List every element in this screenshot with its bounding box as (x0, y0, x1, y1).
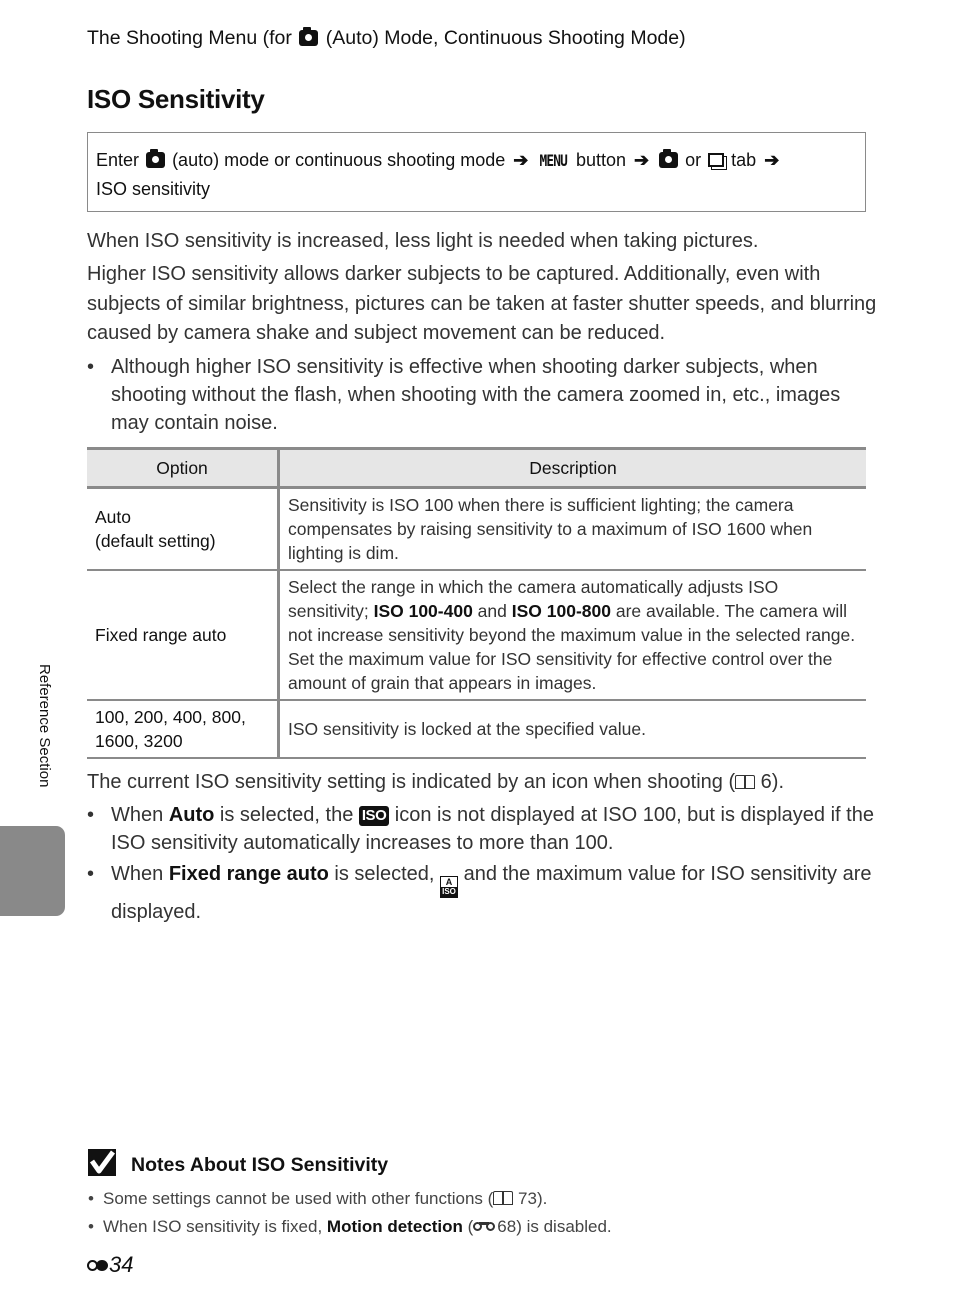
description-cell: ISO sensitivity is locked at the specifi… (278, 700, 866, 759)
option-cell: 100, 200, 400, 800, 1600, 3200 (87, 700, 280, 759)
note-item: • When ISO sensitivity is fixed, Motion … (88, 1217, 612, 1237)
running-head-text-end: (Auto) Mode, Continuous Shooting Mode) (325, 27, 686, 49)
note-text: When ISO sensitivity is fixed, Motion de… (103, 1217, 612, 1236)
note-text-part: ( (462, 1217, 474, 1236)
intro-paragraph-1: When ISO sensitivity is increased, less … (87, 230, 759, 252)
bullet-text: When Fixed range auto is selected, A ISO … (111, 860, 877, 926)
running-head: The Shooting Menu (for (Auto) Mode, Cont… (87, 27, 686, 50)
range-option-400: ISO 100-400 (373, 601, 473, 621)
checkmark-icon (88, 1149, 116, 1176)
bullet-text-part: When (111, 804, 169, 826)
menu-button-icon: MENU (539, 151, 568, 170)
auto-bullet: • When Auto is selected, the ISO icon is… (87, 801, 877, 857)
menu-path-enter: Enter (96, 150, 140, 170)
bullet-text-part: is selected, (328, 863, 441, 885)
camera-icon (299, 27, 319, 46)
reference-section-icon (473, 1220, 497, 1232)
column-header-option: Option (87, 447, 280, 489)
section-tab (0, 826, 65, 916)
menu-path-box: Enter (auto) mode or continuous shooting… (87, 132, 866, 212)
menu-path-or: or (685, 150, 702, 170)
option-values: 1600, 3200 (95, 731, 183, 751)
bullet-text-part: is selected, the (214, 804, 359, 826)
option-cell: Auto (default setting) (87, 487, 280, 571)
iso-auto-icon-a: A (445, 877, 453, 887)
continuous-shooting-icon (708, 153, 725, 167)
notes-title: Notes About ISO Sensitivity (131, 1154, 389, 1176)
iso-auto-icon-iso: ISO (441, 887, 458, 897)
bold-term: Auto (168, 804, 215, 826)
option-name: Auto (95, 507, 131, 527)
reference-section-icon (87, 1257, 109, 1273)
running-head-text: The Shooting Menu (for (87, 27, 292, 49)
book-reference-icon (735, 775, 756, 789)
description-cell: Sensitivity is ISO 100 when there is suf… (278, 487, 866, 571)
bullet-text-part: When (111, 863, 169, 885)
range-option-800: ISO 100-800 (511, 601, 611, 621)
option-note: (default setting) (95, 531, 216, 551)
menu-path-tab: tab (731, 150, 757, 170)
iso-options-table: Option Description Auto (default setting… (87, 447, 866, 759)
note-item: • Some settings cannot be used with othe… (88, 1189, 547, 1209)
page-reference: 68 (497, 1217, 517, 1236)
page-title: ISO Sensitivity (87, 84, 265, 114)
intro-bullet: • Although higher ISO sensitivity is eff… (87, 353, 877, 437)
description-text: and (472, 601, 512, 621)
page-reference: 73 (518, 1189, 537, 1208)
bullet-dot: • (88, 1217, 94, 1236)
note-text-part: Some settings cannot be used with other … (103, 1189, 494, 1208)
note-text-part: ). (536, 1189, 548, 1208)
intro-paragraph-2: Higher ISO sensitivity allows darker sub… (87, 263, 877, 344)
bullet-dot: • (87, 804, 95, 826)
bold-term: Fixed range auto (168, 863, 329, 885)
menu-path-final: ISO sensitivity (96, 179, 211, 199)
table-row: Fixed range auto Select the range in whi… (87, 570, 866, 701)
bold-term: Motion detection (326, 1217, 463, 1236)
section-label: Reference Section (36, 664, 53, 788)
bullet-dot: • (87, 863, 95, 885)
bullet-text: Although higher ISO sensitivity is effec… (111, 356, 841, 434)
paragraph-text: ). (771, 771, 785, 793)
option-values: 100, 200, 400, 800, (95, 707, 246, 727)
arrow-right-icon: ➔ (634, 150, 650, 170)
arrow-right-icon: ➔ (764, 150, 780, 170)
note-text-part: When ISO sensitivity is fixed, (103, 1217, 327, 1236)
page-reference: 6 (760, 771, 772, 793)
paragraph-text: The current ISO sensitivity setting is i… (87, 771, 736, 793)
page-number: 34 (87, 1252, 133, 1278)
bullet-dot: • (88, 1189, 94, 1208)
bullet-text: When Auto is selected, the ISO icon is n… (111, 801, 877, 857)
option-cell: Fixed range auto (87, 570, 280, 701)
table-row: 100, 200, 400, 800, 1600, 3200 ISO sensi… (87, 700, 866, 759)
camera-icon (146, 149, 166, 168)
bullet-dot: • (87, 356, 95, 378)
book-reference-icon (493, 1191, 514, 1205)
note-text: Some settings cannot be used with other … (103, 1189, 547, 1208)
fixed-range-bullet: • When Fixed range auto is selected, A IS… (87, 860, 877, 926)
table-row: Auto (default setting) Sensitivity is IS… (87, 487, 866, 571)
page-number-value: 34 (109, 1252, 134, 1277)
column-header-description: Description (278, 447, 866, 489)
description-cell: Select the range in which the camera aut… (278, 570, 866, 701)
icon-paragraph: The current ISO sensitivity setting is i… (87, 768, 877, 798)
iso-icon: ISO (358, 806, 390, 826)
arrow-right-icon: ➔ (513, 150, 529, 170)
menu-path-button: button (575, 150, 626, 170)
table-header-row: Option Description (87, 447, 866, 489)
note-text-part: ) is disabled. (516, 1217, 612, 1236)
camera-icon (659, 149, 679, 168)
iso-auto-icon: A ISO (440, 876, 459, 898)
menu-path-mode: (auto) mode or continuous shooting mode (172, 150, 506, 170)
